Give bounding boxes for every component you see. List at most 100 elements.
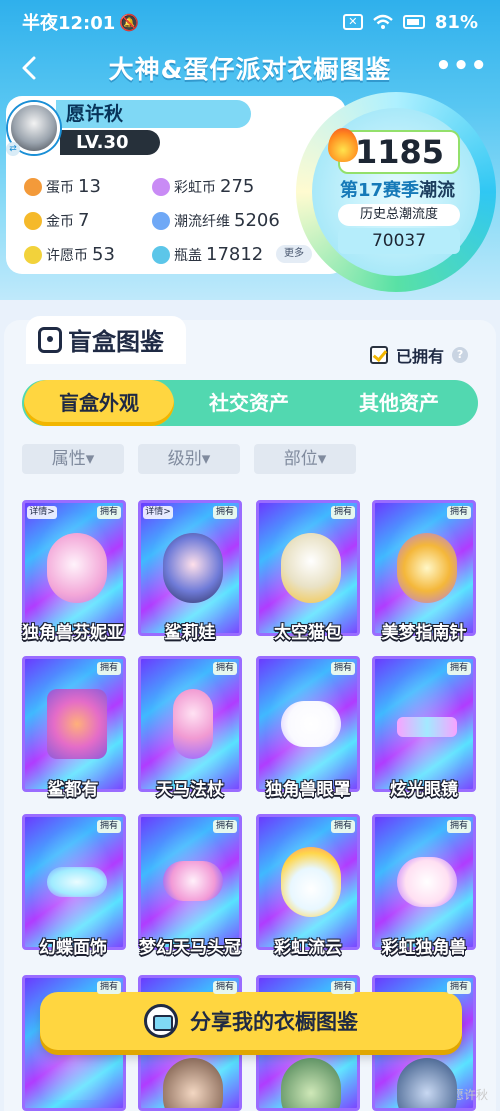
section-title: 盲盒图鉴: [38, 322, 164, 357]
item-owned-tag: 拥有: [331, 662, 355, 675]
currency-value: 53: [92, 244, 115, 265]
history-value: 70037: [338, 228, 460, 254]
item-card[interactable]: 拥有: [256, 814, 360, 950]
back-arrow-icon[interactable]: [16, 54, 44, 82]
currency-label: 彩虹币: [174, 179, 216, 196]
item-name: 彩虹独角兽: [381, 938, 467, 958]
filter-part[interactable]: 部位▾: [254, 444, 356, 474]
currency-value: 275: [220, 176, 255, 197]
tab-blind-box-appearance[interactable]: 盲盒外观: [24, 380, 174, 426]
currency-egg-coin: 蛋币 13: [24, 176, 101, 197]
item-detail-tag[interactable]: 详情>: [27, 506, 57, 519]
nav-bar: 大神&蛋仔派对衣橱图鉴 •••: [0, 46, 500, 90]
item-card[interactable]: 拥有: [372, 500, 476, 636]
item-owned-tag: 拥有: [213, 981, 237, 994]
switch-icon[interactable]: ⇄: [6, 142, 20, 156]
share-button-label: 分享我的衣橱图鉴: [190, 1010, 358, 1034]
unicorn-figure-icon: [47, 533, 107, 603]
item-card[interactable]: 拥有: [138, 656, 242, 792]
currency-gold-coin: 金币 7: [24, 210, 89, 231]
item-owned-tag: 拥有: [447, 820, 471, 833]
item-name: 独角兽芬妮亚: [22, 623, 124, 643]
item-owned-tag: 拥有: [447, 981, 471, 994]
eye-mask-icon: [281, 701, 341, 747]
item-owned-tag: 拥有: [331, 820, 355, 833]
character-figure-icon: [163, 1058, 223, 1108]
item-card[interactable]: 拥有: [256, 656, 360, 792]
pegasus-crown-icon: [163, 861, 223, 901]
owned-filter[interactable]: 已拥有 ?: [370, 343, 469, 367]
item-card[interactable]: 详情> 拥有: [22, 500, 126, 636]
item-owned-tag: 拥有: [97, 820, 121, 833]
currency-value: 5206: [234, 210, 280, 231]
glasses-icon: [397, 717, 457, 737]
filter-level[interactable]: 级别▾: [138, 444, 240, 474]
item-owned-tag: 拥有: [97, 662, 121, 675]
currency-label: 潮流纤维: [174, 213, 230, 230]
currency-bottle-cap: 瓶盖 17812: [152, 244, 263, 265]
currency-more-button[interactable]: 更多: [276, 245, 312, 263]
item-name: 天马法杖: [156, 780, 224, 800]
tab-social-assets[interactable]: 社交资产: [174, 380, 324, 426]
season-label: 第17赛季潮流: [340, 176, 466, 202]
item-card[interactable]: 拥有: [256, 500, 360, 636]
owned-checkbox[interactable]: [370, 346, 388, 364]
item-owned-tag: 拥有: [447, 506, 471, 519]
status-time-group: 半夜12:01 🔕: [22, 9, 139, 35]
currency-label: 金币: [46, 213, 74, 230]
item-card[interactable]: 详情> 拥有: [138, 500, 242, 636]
butterfly-mask-icon: [47, 867, 107, 897]
item-owned-tag: 拥有: [213, 820, 237, 833]
item-card[interactable]: 拥有: [372, 814, 476, 950]
currency-label: 瓶盖: [174, 247, 202, 264]
currency-wish-coin: 许愿币 53: [24, 244, 115, 265]
owned-filter-label: 已拥有: [396, 347, 445, 366]
item-owned-tag: 拥有: [213, 662, 237, 675]
item-name: 炫光眼镜: [390, 780, 458, 800]
item-owned-tag: 拥有: [213, 506, 237, 519]
flame-icon: [328, 128, 358, 162]
currency-fiber: 潮流纤维 5206: [152, 210, 280, 231]
space-cat-bag-icon: [281, 533, 341, 603]
item-name: 梦幻天马头冠: [139, 938, 241, 958]
compass-icon: [397, 533, 457, 603]
egg-coin-icon: [24, 177, 42, 196]
character-figure-icon: [397, 1058, 457, 1108]
item-name: 鲨莉娃: [164, 623, 216, 643]
sim-icon: ✕: [342, 14, 363, 30]
status-icons: ✕ 81%: [342, 12, 478, 33]
share-wardrobe-button[interactable]: 分享我的衣橱图鉴: [40, 992, 462, 1050]
pegasus-wand-icon: [173, 689, 213, 759]
item-owned-tag: 拥有: [97, 506, 121, 519]
item-owned-tag: 拥有: [331, 506, 355, 519]
wifi-icon: [373, 14, 393, 29]
history-label: 历史总潮流度: [338, 204, 460, 226]
item-card[interactable]: 拥有: [22, 656, 126, 792]
tab-other-assets[interactable]: 其他资产: [324, 380, 474, 426]
filter-attribute[interactable]: 属性▾: [22, 444, 124, 474]
item-name: 美梦指南针: [381, 623, 467, 643]
item-name: 彩虹流云: [274, 938, 342, 958]
currency-value: 13: [78, 176, 101, 197]
item-card[interactable]: 拥有: [138, 814, 242, 950]
season-number: 第17赛季: [340, 180, 420, 201]
wish-coin-icon: [24, 245, 42, 264]
blind-box-icon: [38, 326, 62, 353]
mute-bell-icon: 🔕: [119, 12, 140, 32]
status-time: 半夜12:01: [22, 13, 116, 34]
item-owned-tag: 拥有: [447, 662, 471, 675]
gold-coin-icon: [24, 211, 42, 230]
help-icon[interactable]: ?: [452, 347, 469, 363]
user-name: 愿许秋: [56, 100, 251, 128]
item-detail-tag[interactable]: 详情>: [143, 506, 173, 519]
bottle-cap-icon: [152, 245, 170, 264]
item-owned-tag: 拥有: [331, 981, 355, 994]
rainbow-coin-icon: [152, 177, 170, 196]
more-dots-icon[interactable]: •••: [435, 53, 488, 79]
shark-backpack-icon: [47, 689, 107, 759]
status-bar: 半夜12:01 🔕 ✕ 81%: [0, 0, 500, 44]
item-card[interactable]: 拥有: [22, 814, 126, 950]
item-card[interactable]: 拥有: [372, 656, 476, 792]
item-owned-tag: 拥有: [97, 981, 121, 994]
item-name: 太空猫包: [274, 623, 342, 643]
